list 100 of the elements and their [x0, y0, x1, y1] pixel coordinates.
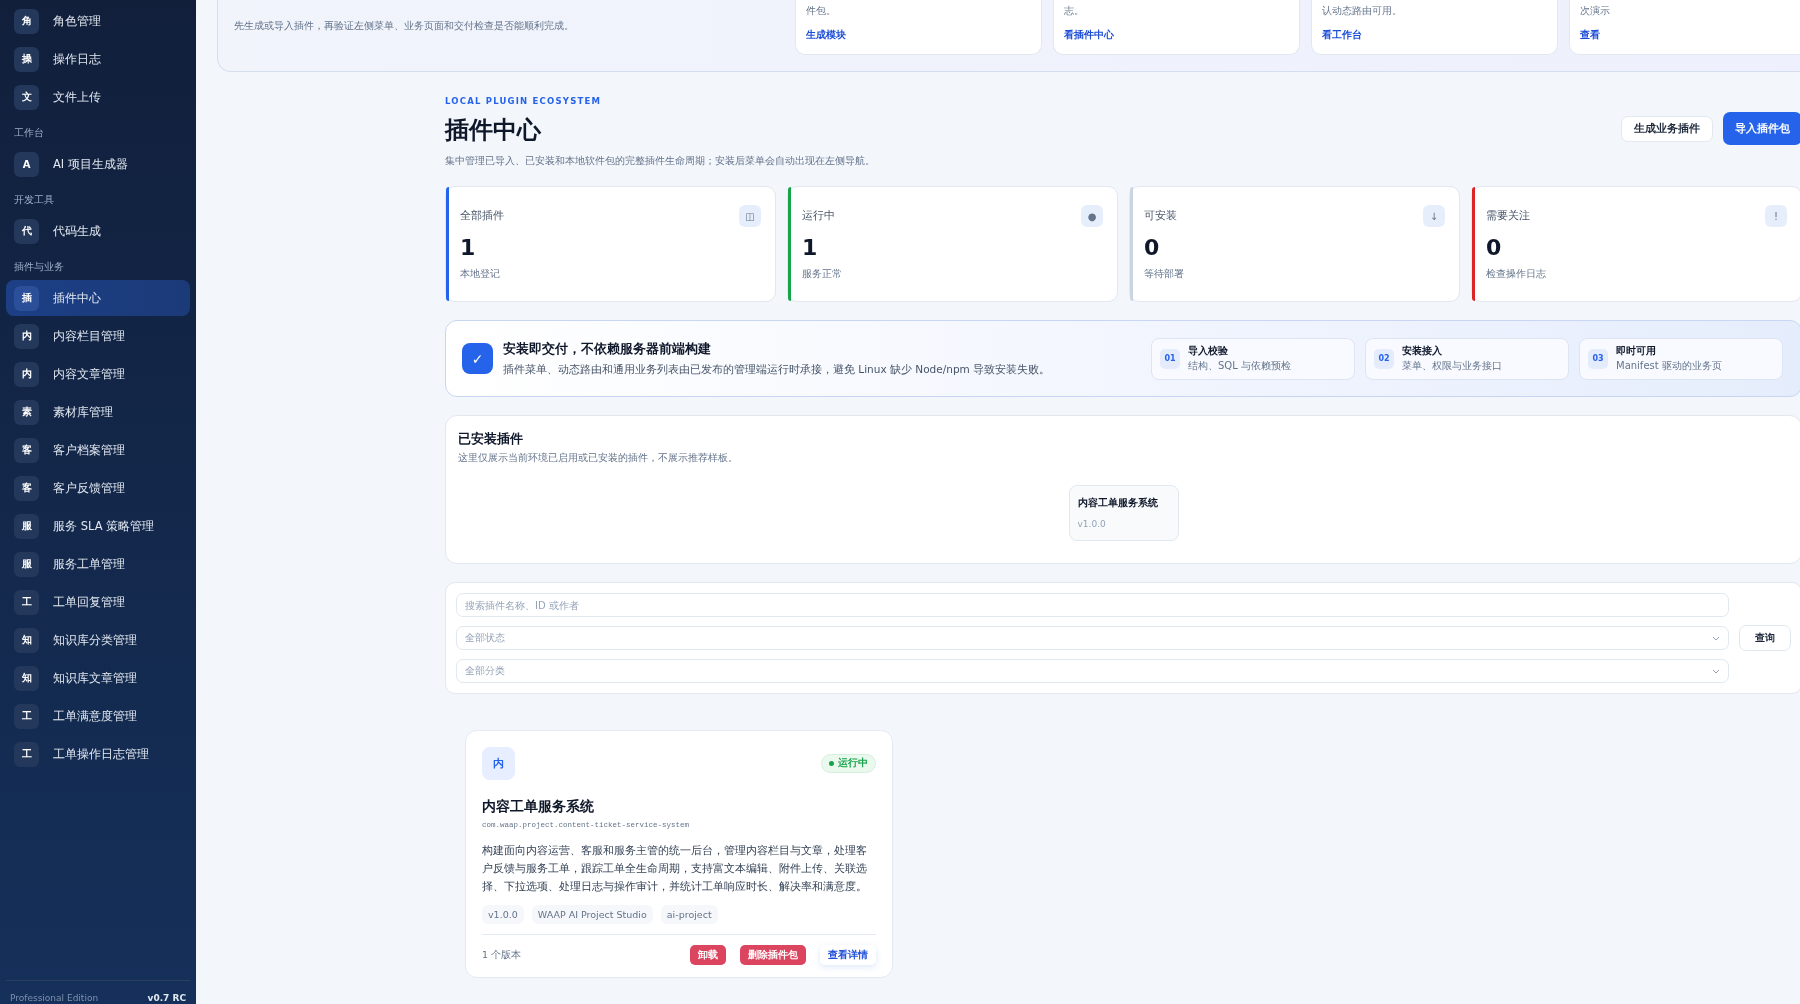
sidebar-item-label: 素材库管理 [53, 404, 113, 420]
guide-card-link[interactable]: 看插件中心 [1064, 28, 1289, 42]
sidebar-item-avatar: 工 [14, 589, 39, 615]
sidebar-item[interactable]: 知 知识库文章管理 [6, 660, 190, 696]
installed-plugin-name: 内容工单服务系统 [1077, 496, 1159, 510]
sidebar-item[interactable]: 工 工单操作日志管理 [6, 736, 190, 772]
plugin-description: 构建面向内容运营、客服和服务主管的统一后台，管理内容栏目与文章，处理客户反馈与服务工单，跟踪工单全生命周期，支持富文本编辑、附件上传、关联选择、下拉选项、处理日志与操作审计，并统计工单响应时长、解决率和满意度。 [482, 843, 868, 894]
sidebar-item-avatar: 素 [14, 399, 39, 425]
sidebar-item[interactable]: 插 插件中心 [6, 280, 190, 316]
guide-card-link[interactable]: 生成模块 [806, 28, 1031, 42]
sidebar-item-label: 工单回复管理 [53, 594, 125, 610]
guide-text: 先生成或导入插件，再验证左侧菜单、业务页面和交付检查是否能顺利完成。 [234, 19, 575, 33]
page-subtitle: 集中管理已导入、已安装和本地软件包的完整插件生命周期；安装后菜单会自动出现在左侧导航。 [445, 154, 875, 168]
sidebar-item[interactable]: 客 客户反馈管理 [6, 470, 190, 506]
page-eyebrow: LOCAL PLUGIN ECOSYSTEM [445, 96, 603, 106]
step-number: 02 [1374, 348, 1394, 369]
search-field[interactable]: 搜索插件名称、ID 或作者 [456, 593, 1729, 617]
step-title: 即时可用 [1616, 344, 1657, 358]
stat-icon: ! [1765, 205, 1787, 227]
sidebar-item-avatar: 内 [14, 323, 39, 349]
plugin-tag: WAAP AI Project Studio [531, 905, 653, 924]
guide-card-text: 志。 [1064, 4, 1085, 18]
details-link[interactable]: 查看详情 [820, 945, 876, 965]
sidebar-item[interactable]: 客 客户档案管理 [6, 432, 190, 468]
sidebar-item-avatar: 内 [14, 361, 39, 387]
sidebar-item-avatar: 工 [14, 741, 39, 767]
sidebar-group-title: 工作台 [13, 126, 45, 140]
sidebar-item[interactable]: 代 代码生成 [6, 213, 190, 249]
sidebar-group-title: 插件与业务 [13, 260, 65, 274]
delivery-title: 安装即交付，不依赖服务器前端构建 [503, 340, 712, 358]
sidebar-item-label: 服务 SLA 策略管理 [53, 518, 155, 534]
guide-card-text: 件包。 [806, 4, 837, 18]
sidebar-group-title: 开发工具 [13, 193, 55, 207]
sidebar-item-label: 内容栏目管理 [53, 328, 125, 344]
sidebar-item-avatar: 工 [14, 703, 39, 729]
step-title: 安装接入 [1402, 344, 1443, 358]
guide-card-link[interactable]: 查看 [1580, 28, 1800, 42]
stat-value: 1 [460, 235, 477, 260]
sidebar-item-label: 内容文章管理 [53, 366, 125, 382]
action-button[interactable]: 卸载 [690, 945, 726, 965]
version-count: 1 个版本 [482, 948, 522, 962]
guide-card-text: 认动态路由可用。 [1322, 4, 1403, 18]
stat-icon: ↓ [1423, 205, 1445, 227]
sidebar-item[interactable]: 素 素材库管理 [6, 394, 190, 430]
sidebar-item-label: 知识库文章管理 [53, 670, 137, 686]
sidebar-item-avatar: 知 [14, 627, 39, 653]
sidebar-item-avatar: 客 [14, 437, 39, 463]
sidebar-item-label: 知识库分类管理 [53, 632, 137, 648]
sidebar-item[interactable]: 内 内容栏目管理 [6, 318, 190, 354]
sidebar-item-avatar: 插 [14, 285, 39, 311]
sidebar-item[interactable]: 工 工单满意度管理 [6, 698, 190, 734]
guide-card-text: 次演示 [1580, 4, 1611, 18]
stat-icon: ● [1081, 205, 1103, 227]
sidebar-item-label: 文件上传 [53, 89, 101, 105]
sidebar-item-avatar: 文 [14, 84, 39, 110]
step-number: 03 [1588, 348, 1608, 369]
sidebar-item[interactable]: A AI 项目生成器 [6, 146, 190, 182]
sidebar-item-avatar: 客 [14, 475, 39, 501]
stat-label: 需要关注 [1486, 209, 1530, 223]
sidebar-item[interactable]: 服 服务 SLA 策略管理 [6, 508, 190, 544]
sidebar-item-avatar: 角 [14, 8, 39, 34]
sidebar-item-label: 操作日志 [53, 51, 101, 67]
delivery-text: 插件菜单、动态路由和通用业务列表由已发布的管理端运行时承接，避免 Linux 缺少 Node/npm 导致安装失败。 [503, 362, 1052, 377]
step-text: 结构、SQL 与依赖预检 [1188, 358, 1291, 373]
chevron-down-icon [1712, 668, 1720, 674]
guide-card-link[interactable]: 看工作台 [1322, 28, 1547, 42]
sidebar-item-avatar: 服 [14, 513, 39, 539]
sidebar-item-avatar: A [14, 151, 39, 177]
plugin-tag: v1.0.0 [482, 905, 524, 924]
plugin-tag: ai-project [660, 905, 718, 924]
sidebar-item[interactable]: 服 服务工单管理 [6, 546, 190, 582]
sidebar-item[interactable]: 知 知识库分类管理 [6, 622, 190, 658]
sidebar-item-avatar: 操 [14, 46, 39, 72]
sidebar-item[interactable]: 文 文件上传 [6, 79, 190, 115]
sidebar-item[interactable]: 角 角色管理 [6, 3, 190, 39]
stat-value: 0 [1486, 235, 1503, 260]
query-button[interactable]: 查询 [1739, 625, 1791, 651]
sidebar-item-label: 服务工单管理 [53, 556, 125, 572]
import-button[interactable]: 导入插件包 [1723, 112, 1800, 145]
sidebar-item-label: 角色管理 [53, 13, 101, 29]
stat-value: 0 [1144, 235, 1161, 260]
version-label: v0.7 RC [147, 993, 186, 1004]
sidebar-item-label: 插件中心 [53, 290, 101, 306]
sidebar-item[interactable]: 内 内容文章管理 [6, 356, 190, 392]
sidebar-item[interactable]: 工 工单回复管理 [6, 584, 190, 620]
installed-plugin-version: v1.0.0 [1077, 519, 1107, 529]
plugin-name: 内容工单服务系统 [482, 798, 595, 816]
sidebar-item-avatar: 服 [14, 551, 39, 577]
action-button[interactable]: 删除插件包 [740, 945, 806, 965]
sidebar-item[interactable]: 操 操作日志 [6, 41, 190, 77]
edition-label: Professional Edition [10, 993, 99, 1004]
stat-label: 运行中 [802, 209, 835, 223]
sidebar-item-label: 代码生成 [53, 223, 101, 239]
sidebar-item-label: AI 项目生成器 [53, 156, 128, 172]
status-badge: 运行中 [821, 754, 876, 773]
step-text: Manifest 驱动的业务页 [1616, 358, 1722, 373]
sidebar-item-avatar: 代 [14, 218, 39, 244]
generate-button[interactable]: 生成业务插件 [1621, 116, 1713, 142]
installed-plugin-chip[interactable]: 内容工单服务系统 v1.0.0 [1068, 485, 1179, 541]
sidebar-item-label: 客户档案管理 [53, 442, 125, 458]
